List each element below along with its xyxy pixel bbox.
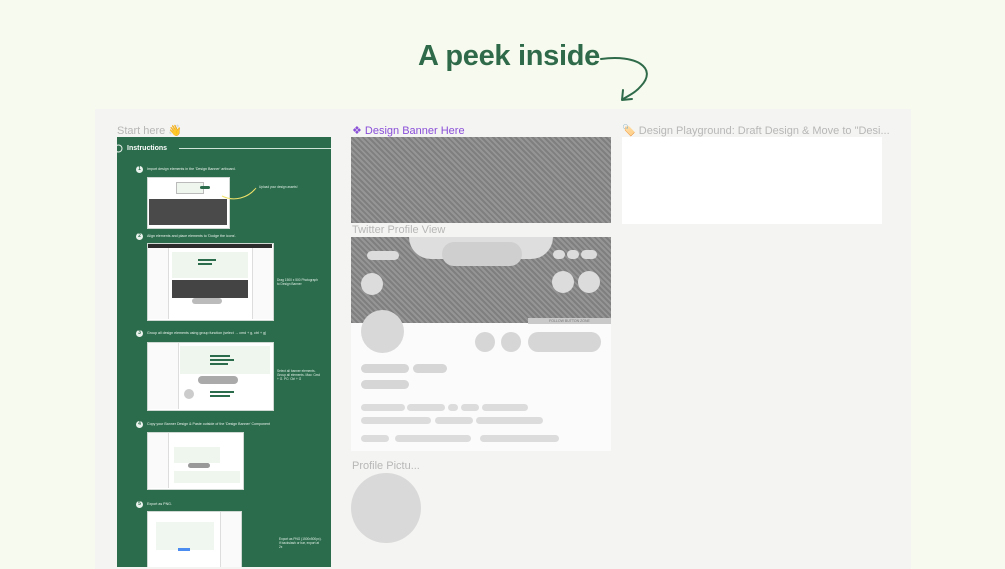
- step-2-text: Align elements and place elements to 'Do…: [147, 234, 237, 238]
- design-banner-label[interactable]: ❖ Design Banner Here: [352, 124, 465, 137]
- step-1-screenshot: [147, 177, 230, 229]
- curved-arrow-icon: [600, 57, 648, 101]
- name-line: [361, 364, 409, 373]
- name-badge-line: [413, 364, 447, 373]
- handle-line: [361, 380, 409, 389]
- step-3-screenshot: [147, 342, 274, 411]
- right-circle-overlay-1: [552, 271, 574, 293]
- meta-line-b: [395, 435, 471, 442]
- bio-line-1b: [407, 404, 445, 411]
- note-size: Drag 1500 x 500 Photograph to Design Ban…: [277, 278, 318, 287]
- step-1-number: 1: [136, 166, 143, 173]
- bio-line-1e: [482, 404, 528, 411]
- bio-line-2a: [361, 417, 431, 424]
- step-4-text: Copy your Banner Design & Paste outside …: [147, 422, 271, 426]
- profile-avatar-placeholder: [361, 310, 404, 353]
- step-1-pointer-arrow: [221, 187, 257, 200]
- twitter-profile-frame[interactable]: FOLLOW BUTTON ZONE: [351, 237, 611, 451]
- menu-dot-3: [581, 250, 597, 259]
- step-5-text: Export as PNG.: [147, 502, 172, 506]
- design-banner-frame[interactable]: [351, 137, 611, 223]
- note-group: Select all banner elements. Group all el…: [277, 369, 321, 382]
- title-divider: [179, 148, 331, 149]
- start-here-label[interactable]: Start here 👋: [117, 124, 182, 137]
- step-2-screenshot: [147, 243, 274, 321]
- center-overlay-pill: [442, 242, 522, 266]
- left-circle-overlay: [361, 273, 383, 295]
- step-2-number: 2: [136, 233, 143, 240]
- action-circle-1: [475, 332, 495, 352]
- note-export: Export as PNG (1500x500px). If backslash…: [279, 537, 322, 550]
- menu-dot-1: [553, 250, 565, 259]
- meta-line-a: [361, 435, 389, 442]
- bio-line-1c: [448, 404, 458, 411]
- back-pill: [367, 251, 399, 260]
- right-circle-overlay-2: [578, 271, 600, 293]
- step-3-number: 3: [136, 330, 143, 337]
- instructions-panel[interactable]: Instructions 1 Import design elements in…: [117, 137, 331, 567]
- info-circle-icon: [117, 144, 123, 153]
- bio-line-1d: [461, 404, 479, 411]
- action-circle-2: [501, 332, 521, 352]
- follow-pill: [528, 332, 601, 352]
- profile-picture-frame[interactable]: [351, 473, 421, 543]
- design-playground-frame[interactable]: [622, 137, 882, 224]
- step-1-text: Import design elements in the 'Design Ba…: [147, 167, 236, 171]
- bio-line-2b: [435, 417, 473, 424]
- twitter-profile-label[interactable]: Twitter Profile View: [352, 224, 445, 236]
- step-4-screenshot: [147, 432, 244, 490]
- step-3-text: Group all design elements using group fu…: [147, 331, 267, 335]
- bio-line-2c: [476, 417, 543, 424]
- menu-dot-2: [567, 250, 579, 259]
- design-playground-label[interactable]: 🏷️ Design Playground: Draft Design & Mov…: [622, 124, 892, 137]
- page-headline: A peek inside: [418, 40, 600, 72]
- instructions-title: Instructions: [127, 145, 168, 152]
- step-5-number: 5: [136, 501, 143, 508]
- follow-button-zone: FOLLOW BUTTON ZONE: [528, 318, 611, 324]
- step-5-screenshot: [147, 511, 242, 567]
- step-4-number: 4: [136, 421, 143, 428]
- bio-line-1a: [361, 404, 405, 411]
- meta-line-c: [480, 435, 559, 442]
- note-upload: Upload your design assets!: [259, 185, 298, 189]
- profile-picture-label[interactable]: Profile Pictu...: [352, 460, 420, 472]
